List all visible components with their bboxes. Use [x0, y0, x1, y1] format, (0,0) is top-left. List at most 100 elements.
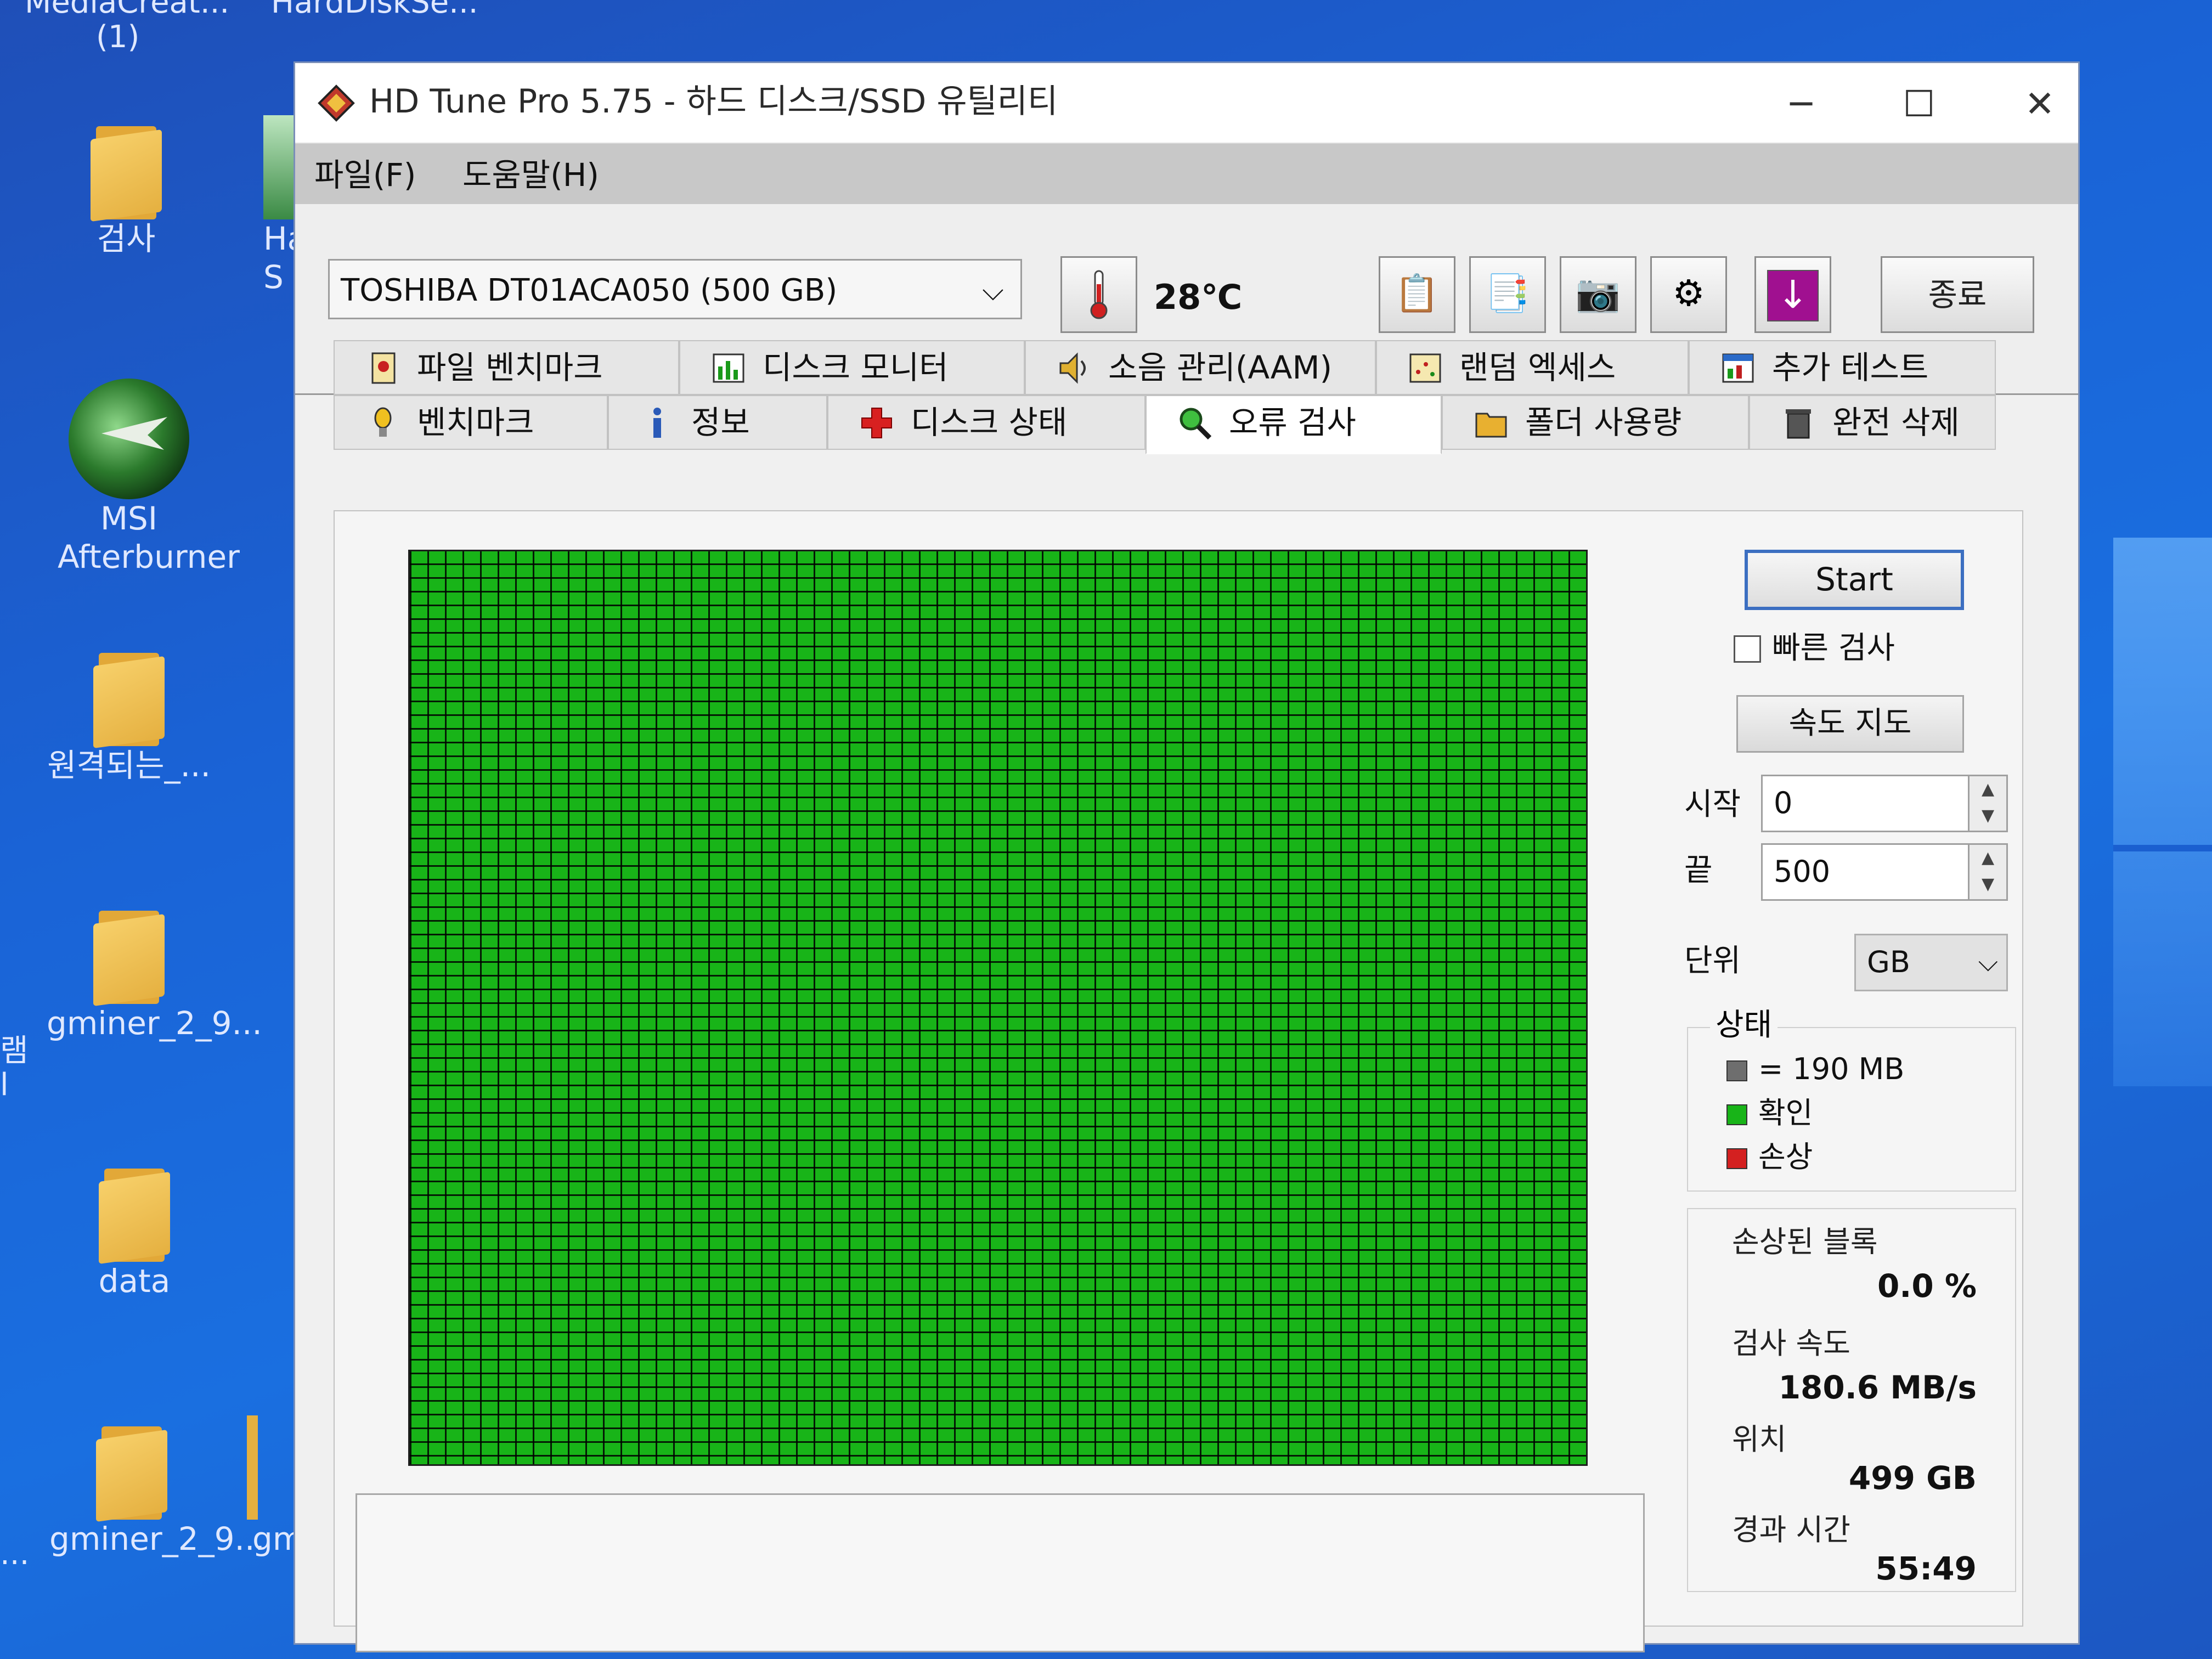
desktop-icon-label: data [98, 1262, 171, 1300]
quit-button[interactable]: 종료 [1881, 256, 2034, 333]
quick-scan-checkbox[interactable] [1734, 635, 1761, 663]
desktop-top-sub: (1) [96, 19, 140, 55]
desktop-icon-msi-afterburner[interactable]: MSI Afterburner [47, 379, 240, 576]
desktop-icon-gminer-3[interactable]: gmi [241, 1415, 296, 1558]
desktop-fragment: ... [0, 1536, 30, 1572]
desktop-icon-검사[interactable]: 검사 [44, 115, 208, 258]
tab-file-benchmark[interactable]: 파일 벤치마크 [334, 340, 679, 395]
download-icon: ↓ [1767, 270, 1819, 321]
file-benchmark-icon [371, 352, 396, 384]
error-scan-panel: Start 빠른 검사 속도 지도 시작 0 ▲ ▼ 끝 500 ▲ ▼ 단위 GB… [334, 510, 2023, 1652]
tab-health[interactable]: 디스크 상태 [827, 395, 1146, 450]
tab-error-scan[interactable]: 오류 검사 [1146, 395, 1442, 454]
speed-map-button[interactable]: 속도 지도 [1736, 695, 1964, 753]
magnifier-icon [1180, 408, 1212, 440]
tab-info[interactable]: 정보 [608, 395, 827, 450]
menu-file[interactable]: 파일(F) [314, 155, 416, 196]
tab-label: 추가 테스트 [1772, 349, 1929, 386]
desktop-icon-gminer-2[interactable]: gminer_2_9... [49, 1415, 265, 1558]
tab-label: 랜덤 엑세스 [1459, 349, 1616, 386]
folder-icon [247, 1415, 258, 1520]
desktop-icon-remote[interactable]: 원격되는_... [47, 642, 211, 785]
unit-select-value: GB [1867, 945, 1910, 979]
desktop-icon-gminer-1[interactable]: gminer_2_9... [47, 900, 262, 1042]
legend-damaged: 손상 [1726, 1138, 1813, 1176]
folder-icon [93, 1158, 176, 1265]
gray-swatch-icon [1726, 1060, 1747, 1082]
desktop-icon-label: Ha S [263, 220, 296, 296]
tab-label: 소음 관리(AAM) [1108, 349, 1333, 386]
start-field-label: 시작 [1684, 787, 1741, 822]
elapsed-time-value: 55:49 [1875, 1550, 1977, 1587]
quick-scan-label: 빠른 검사 [1772, 630, 1895, 666]
tab-benchmark[interactable]: 벤치마크 [334, 395, 608, 450]
legend-label: 손상 [1758, 1139, 1813, 1174]
tab-label: 디스크 모니터 [763, 349, 949, 386]
tab-random-access[interactable]: 랜덤 엑세스 [1376, 340, 1689, 395]
start-button[interactable]: Start [1745, 550, 1964, 610]
app-icon [263, 115, 296, 219]
tab-erase[interactable]: 완전 삭제 [1749, 395, 1996, 450]
tab-label: 디스크 상태 [911, 404, 1068, 441]
desktop-fragment: 램 [0, 1033, 29, 1069]
status-group: 상태 = 190 MB 확인 손상 [1687, 1006, 2016, 1192]
menu-bar: 파일(F) 도움말(H) [295, 144, 2078, 204]
benchmark-icon [374, 407, 392, 437]
desktop-label-harddisk: HardDiskSe... [270, 0, 478, 20]
copy-screen-button[interactable]: 📑 [1469, 256, 1546, 333]
random-access-icon [1409, 353, 1441, 383]
window-title: HD Tune Pro 5.75 - 하드 디스크/SSD 유틸리티 [369, 82, 1058, 121]
trash-icon [1786, 409, 1811, 439]
windows-logo-background [2113, 538, 2212, 1086]
red-swatch-icon [1726, 1148, 1747, 1170]
folder-icon [88, 642, 170, 749]
tab-aam[interactable]: 소음 관리(AAM) [1025, 340, 1376, 395]
legend-label: = 190 MB [1758, 1052, 1905, 1086]
start-spinner[interactable]: ▲ ▼ [1970, 775, 2008, 832]
screenshot-button[interactable]: 📷 [1560, 256, 1637, 333]
unit-label: 단위 [1684, 943, 1741, 979]
tab-label: 폴더 사용량 [1525, 404, 1682, 441]
desktop-icon-label: gminer_2_9... [49, 1520, 265, 1558]
extra-tests-icon [1722, 353, 1754, 383]
copy-text-button[interactable]: 📋 [1379, 256, 1455, 333]
tab-extra-tests[interactable]: 추가 테스트 [1689, 340, 1996, 395]
desktop-icon-label: 원격되는_... [47, 747, 211, 784]
windows-logo-divider [2113, 845, 2212, 851]
legend-block-size: = 190 MB [1726, 1050, 1904, 1088]
title-bar[interactable]: HD Tune Pro 5.75 - 하드 디스크/SSD 유틸리티 ─ ☐ ✕ [295, 63, 2078, 144]
save-button[interactable]: ↓ [1754, 256, 1831, 333]
drive-select[interactable]: TOSHIBA DT01ACA050 (500 GB) ⌵ [328, 259, 1022, 319]
hdtune-app-icon [318, 84, 355, 122]
temperature-value: 28℃ [1154, 277, 1243, 317]
end-input[interactable]: 500 [1761, 843, 1970, 901]
copy-screen-icon: 📑 [1485, 272, 1531, 314]
options-button[interactable]: ⚙ [1650, 256, 1727, 333]
maximize-button[interactable]: ☐ [1889, 77, 1949, 132]
tab-folder-usage[interactable]: 폴더 사용량 [1442, 395, 1749, 450]
info-icon [653, 408, 661, 438]
minimize-button[interactable]: ─ [1771, 77, 1831, 132]
block-map [408, 550, 1588, 1466]
desktop-icon-label: gminer_2_9... [47, 1005, 262, 1042]
desktop-icon-data[interactable]: data [52, 1158, 217, 1300]
desktop-top-labels: MediaCreat... HardDiskSe... [25, 0, 478, 22]
menu-help[interactable]: 도움말(H) [462, 155, 599, 196]
tabs-row-2: 벤치마크 정보 디스크 상태 오류 검사 폴더 사용량 완전 삭제 [334, 395, 2023, 454]
chevron-down-icon: ⌵ [982, 274, 1004, 307]
desktop-icon-label: 검사 [97, 220, 156, 257]
close-button[interactable]: ✕ [2010, 77, 2070, 132]
tab-label: 정보 [691, 404, 750, 441]
end-spinner[interactable]: ▲ ▼ [1970, 843, 2008, 901]
camera-icon: 📷 [1575, 272, 1621, 314]
scan-log-box [356, 1493, 1645, 1652]
tab-disk-monitor[interactable]: 디스크 모니터 [679, 340, 1025, 395]
unit-select[interactable]: GB ⌵ [1854, 934, 2008, 991]
msi-afterburner-icon [69, 379, 189, 499]
chevron-down-icon: ⌵ [1978, 947, 1998, 978]
damaged-blocks-value: 0.0 % [1877, 1267, 1977, 1305]
desktop-icon-hardware[interactable]: Ha S [230, 115, 296, 296]
start-input[interactable]: 0 [1761, 775, 1970, 832]
hdtune-window: HD Tune Pro 5.75 - 하드 디스크/SSD 유틸리티 ─ ☐ ✕… [295, 63, 2078, 1652]
temperature-button[interactable] [1060, 256, 1137, 333]
